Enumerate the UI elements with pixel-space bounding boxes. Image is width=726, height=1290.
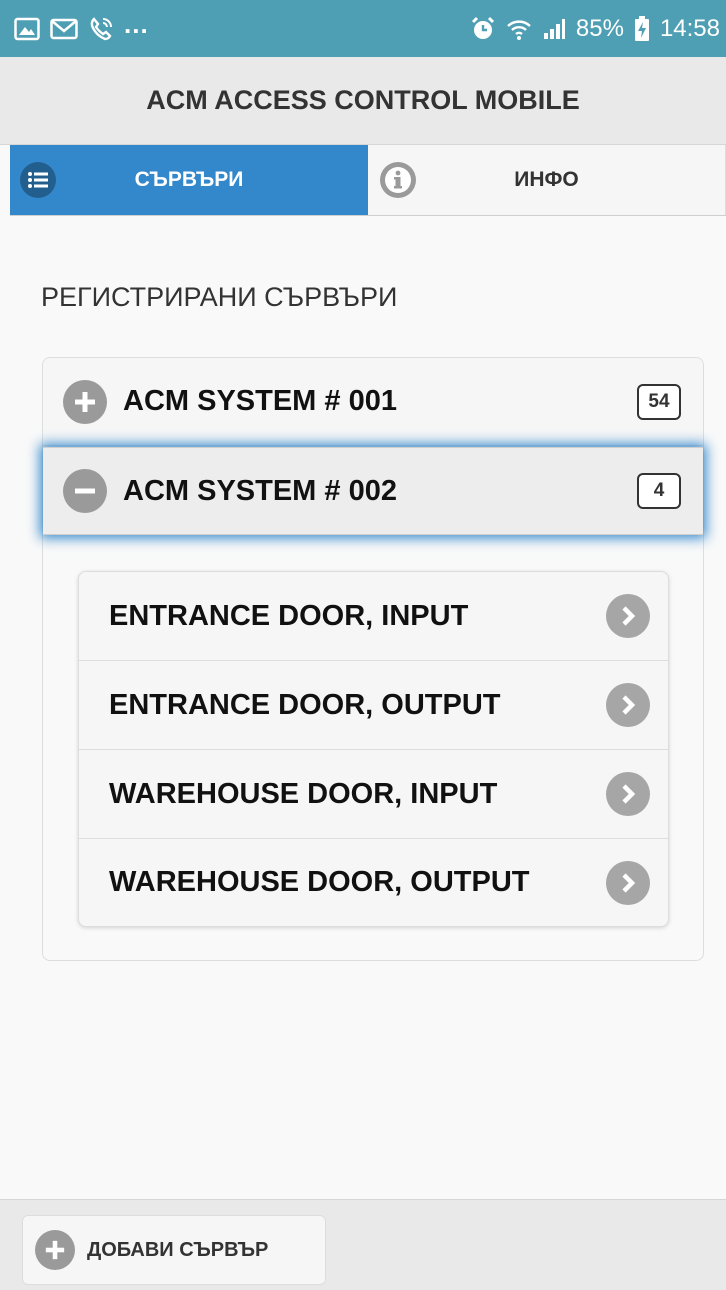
clock: 14:58 [659,14,720,42]
wifi-icon [506,16,532,42]
tab-servers[interactable]: СЪРВЪРИ [10,145,368,215]
door-label: ENTRANCE DOOR, INPUT [109,599,469,632]
door-label: ENTRANCE DOOR, OUTPUT [109,688,501,721]
app-header: ACM ACCESS CONTROL MOBILE [0,57,726,145]
navbar-tabs: СЪРВЪРИ ИНФО [10,145,726,216]
gmail-icon [50,18,78,40]
plus-icon [35,1230,75,1270]
tab-servers-label: СЪРВЪРИ [134,168,244,191]
add-server-label: ДОБАВИ СЪРВЪР [87,1238,269,1261]
door-list: ENTRANCE DOOR, INPUT ENTRANCE DOOR, OUTP… [78,571,669,927]
count-badge: 54 [637,383,681,420]
chevron-right-icon [606,683,650,727]
chevron-right-icon [606,594,650,638]
section-title: РЕГИСТРИРАНИ СЪРВЪРИ [41,282,398,312]
server-list: ACM SYSTEM # 001 54 ACM SYSTEM # 002 4 E… [42,357,704,961]
door-label: WAREHOUSE DOOR, OUTPUT [109,866,530,898]
door-item-warehouse-output[interactable]: WAREHOUSE DOOR, OUTPUT [79,839,668,926]
notification-more: ... [124,9,149,39]
status-bar: ... 85% 14:58 [0,0,726,57]
count-badge: 4 [637,473,681,509]
door-label: WAREHOUSE DOOR, INPUT [109,777,498,810]
phone-call-icon [88,16,114,42]
footer-bar: ДОБАВИ СЪРВЪР [0,1199,726,1290]
info-icon [380,162,416,198]
server-name: ACM SYSTEM # 002 [123,474,397,507]
battery-charging-icon [634,15,650,42]
alarm-icon [470,16,496,42]
server-item-002[interactable]: ACM SYSTEM # 002 4 [43,447,703,535]
plus-icon [63,379,107,424]
add-server-button[interactable]: ДОБАВИ СЪРВЪР [22,1215,326,1285]
signal-icon [542,17,566,41]
server-item-001[interactable]: ACM SYSTEM # 001 54 [43,358,703,446]
minus-icon [63,469,107,513]
chevron-right-icon [606,772,650,816]
door-item-entrance-output[interactable]: ENTRANCE DOOR, OUTPUT [79,661,668,750]
door-item-entrance-input[interactable]: ENTRANCE DOOR, INPUT [79,572,668,661]
server-name: ACM SYSTEM # 001 [123,385,397,417]
gallery-icon [14,17,40,41]
list-icon [20,162,56,198]
tab-info[interactable]: ИНФО [368,145,726,215]
door-item-warehouse-input[interactable]: WAREHOUSE DOOR, INPUT [79,750,668,839]
chevron-right-icon [606,860,650,905]
battery-percent: 85% [575,14,624,42]
app-title: ACM ACCESS CONTROL MOBILE [146,85,580,115]
tab-info-label: ИНФО [514,168,579,191]
